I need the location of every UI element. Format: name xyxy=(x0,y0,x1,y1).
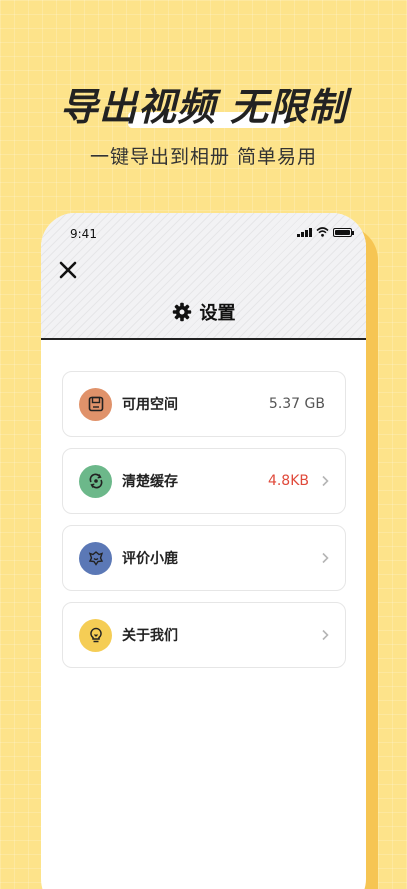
chevron-right-icon xyxy=(322,629,329,641)
chevron-right-icon xyxy=(322,475,329,487)
status-time: 9:41 xyxy=(70,227,97,241)
settings-item-about[interactable]: 关于我们 xyxy=(62,602,346,668)
storage-value: 5.37 GB xyxy=(268,396,325,412)
settings-item-label: 可用空间 xyxy=(122,397,178,413)
cache-size-value: 4.8KB xyxy=(267,473,309,489)
status-icons xyxy=(297,227,354,237)
settings-item-label: 清楚缓存 xyxy=(122,474,178,490)
clear-cache-icon xyxy=(79,464,112,498)
settings-item-label: 评价小鹿 xyxy=(122,551,178,567)
settings-item-clear-cache[interactable]: 清楚缓存 4.8KB xyxy=(62,448,346,514)
settings-list: 可用空间 5.37 GB 清楚缓存 4.8KB 评价小鹿 关于我们 xyxy=(62,371,346,679)
signal-icon xyxy=(297,227,312,237)
save-icon xyxy=(79,387,112,421)
close-icon[interactable] xyxy=(57,259,79,281)
about-icon xyxy=(79,618,112,652)
rate-icon xyxy=(79,541,112,575)
gear-icon xyxy=(172,302,191,322)
phone-frame: 9:41 设置 可用空间 5.37 GB 清楚缓存 4.8KB 评价小鹿 关于我… xyxy=(41,213,366,889)
promo-headline-wrap: 导出视频 无限制 xyxy=(0,76,407,131)
settings-item-storage[interactable]: 可用空间 5.37 GB xyxy=(62,371,346,437)
chevron-right-icon xyxy=(322,552,329,564)
settings-item-rate[interactable]: 评价小鹿 xyxy=(62,525,346,591)
promo-subline: 一键导出到相册 简单易用 xyxy=(89,146,318,168)
settings-header: 9:41 设置 xyxy=(41,213,366,340)
promo-headline: 导出视频 无限制 xyxy=(59,85,348,129)
wifi-icon xyxy=(316,227,329,237)
battery-icon xyxy=(333,227,354,237)
page-title: 设置 xyxy=(199,303,236,324)
settings-item-label: 关于我们 xyxy=(122,628,178,644)
page-title-row: 设置 xyxy=(41,299,366,325)
